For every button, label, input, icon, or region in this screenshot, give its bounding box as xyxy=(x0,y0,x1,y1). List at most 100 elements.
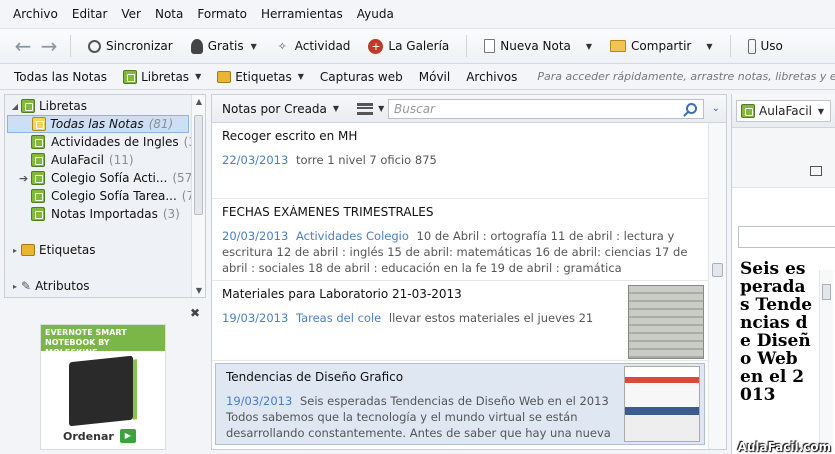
scroll-down-icon[interactable]: ▼ xyxy=(192,286,205,295)
menu-bar: Archivo Editar Ver Nota Formato Herramie… xyxy=(0,0,835,28)
forward-arrow-icon[interactable]: → xyxy=(36,34,62,58)
chevron-down-icon: ▼ xyxy=(332,104,340,113)
gallery-label: La Galería xyxy=(388,39,450,53)
menu-formato[interactable]: Formato xyxy=(190,7,254,21)
share-label: Compartir xyxy=(631,39,692,53)
note-item-selected[interactable]: Tendencias de Diseño Grafico 19/03/2013 … xyxy=(215,363,705,445)
shortcut-web-clips[interactable]: Capturas web xyxy=(312,70,411,84)
sidebar-attributes-header[interactable]: ▸ ✎ Atributos xyxy=(9,277,90,295)
order-button[interactable]: Ordenar ▶ xyxy=(63,429,136,443)
note-date: 22/03/2013 xyxy=(222,153,289,167)
note-thumbnail xyxy=(628,285,704,359)
menu-ayuda[interactable]: Ayuda xyxy=(350,7,401,21)
sort-label: Notas por Creada xyxy=(222,101,327,116)
notes-icon xyxy=(32,117,46,131)
sync-button[interactable]: Sincronizar xyxy=(79,33,182,59)
toolbar-divider xyxy=(466,35,468,57)
notebook-icon xyxy=(31,135,45,149)
account-button[interactable]: Gratis ▼ xyxy=(182,33,266,59)
sort-dropdown[interactable]: Notas por Creada ▼ xyxy=(222,102,339,116)
scrollbar-thumb[interactable] xyxy=(712,263,723,277)
scrollbar-thumb[interactable] xyxy=(194,115,203,215)
editor-toolbar xyxy=(732,128,835,188)
menu-archivo[interactable]: Archivo xyxy=(6,7,65,21)
shortcut-files[interactable]: Archivos xyxy=(458,70,525,84)
expand-triangle-icon[interactable]: ◢ xyxy=(9,102,21,111)
note-title: Materiales para Laboratorio 21-03-2013 xyxy=(222,287,462,301)
envelope-icon xyxy=(610,40,627,52)
shortcut-notebooks-label: Libretas xyxy=(141,69,190,84)
sidebar-item-label: Actividades de Ingles xyxy=(51,135,179,149)
editor-content[interactable]: Seis esperadas Tendencias de Diseño Web … xyxy=(740,260,814,404)
shortcut-all-notes[interactable]: Todas las Notas xyxy=(6,70,115,84)
editor-scrollbar[interactable] xyxy=(819,270,833,452)
sidebar-item-count: (11) xyxy=(108,153,134,167)
satellite-icon: ✧ xyxy=(277,39,287,53)
usage-button[interactable]: Uso xyxy=(739,33,792,59)
sidebar-item-all-notes[interactable]: Todas las Notas (81) xyxy=(7,115,189,133)
sidebar-scrollbar[interactable]: ▲ ▼ xyxy=(191,95,205,297)
activity-label: Actividad xyxy=(294,39,351,53)
notebook-icon xyxy=(31,153,45,167)
scroll-up-icon[interactable]: ▲ xyxy=(192,97,205,106)
notebook-image xyxy=(69,355,133,427)
sidebar-tags-header[interactable]: ▸ Etiquetas xyxy=(9,241,96,259)
search-placeholder: Buscar xyxy=(394,102,435,116)
notebook-icon xyxy=(123,69,138,84)
note-list-scrollbar[interactable] xyxy=(708,123,726,449)
ad-headline: EVERNOTE SMART NOTEBOOK BY MOLESKINE xyxy=(41,325,165,357)
scrollbar-thumb[interactable] xyxy=(822,284,831,300)
moleskine-ad[interactable]: EVERNOTE SMART NOTEBOOK BY MOLESKINE Ord… xyxy=(40,324,166,450)
chevron-down-icon[interactable]: ▼ xyxy=(706,42,712,51)
search-icon[interactable] xyxy=(686,103,697,114)
tag-icon xyxy=(217,70,232,83)
shortcut-mobile[interactable]: Móvil xyxy=(411,70,458,84)
menu-nota[interactable]: Nota xyxy=(148,7,190,21)
note-item[interactable]: Recoger escrito en MH 22/03/2013 torre 1… xyxy=(212,123,708,199)
note-item[interactable]: Materiales para Laboratorio 21-03-2013 1… xyxy=(212,281,708,361)
editor-title-input[interactable] xyxy=(738,226,835,248)
sidebar-item-notas-importadas[interactable]: Notas Importadas (3) xyxy=(31,205,180,223)
note-snippet: 22/03/2013 torre 1 nivel 7 oficio 875 xyxy=(222,152,698,168)
chevron-down-icon[interactable]: ⌄ xyxy=(712,103,720,114)
new-note-label: Nueva Nota xyxy=(500,39,571,53)
sidebar-item-colegio-sofia-actividades[interactable]: ➔ Colegio Sofía Acti... (57) xyxy=(19,169,197,187)
shortcut-tags[interactable]: Etiquetas ▼ xyxy=(209,70,312,84)
note-snippet-text: torre 1 nivel 7 oficio 875 xyxy=(295,153,437,167)
shortcut-notebooks[interactable]: Libretas ▼ xyxy=(115,69,209,84)
toolbar-divider xyxy=(70,35,71,57)
chevron-down-icon: ▼ xyxy=(297,72,304,81)
chevron-down-icon: ▼ xyxy=(378,104,385,113)
tag-icon xyxy=(21,244,35,256)
sidebar-item-count: (81) xyxy=(148,117,174,131)
sidebar-item-aulafacil[interactable]: AulaFacil (11) xyxy=(31,151,134,169)
expand-triangle-icon[interactable]: ▸ xyxy=(9,282,21,291)
main-toolbar: ← → Sincronizar Gratis ▼ ✧ Actividad + L… xyxy=(0,28,835,64)
sidebar-item-label: Todas las Notas xyxy=(50,117,144,131)
sidebar-item-colegio-sofia-tareas[interactable]: Colegio Sofía Tarea... (7) xyxy=(31,187,199,205)
note-snippet-text: llevar estos materiales el jueves 21 xyxy=(388,311,594,325)
close-icon[interactable]: ✖ xyxy=(190,306,200,320)
gallery-button[interactable]: + La Galería xyxy=(359,33,458,59)
editor-header: AulaFacil ▼ xyxy=(732,94,835,128)
note-item[interactable]: FECHAS EXÁMENES TRIMESTRALES 20/03/2013 … xyxy=(212,199,708,281)
menu-ver[interactable]: Ver xyxy=(114,7,148,21)
activity-button[interactable]: ✧ Actividad xyxy=(266,33,360,59)
watermark-text: AulaFacil.com xyxy=(737,440,831,454)
expand-triangle-icon[interactable]: ▸ xyxy=(9,246,21,255)
note-list-header: Notas por Creada ▼ ▼ Buscar ⌄ xyxy=(212,95,726,123)
view-options-button[interactable]: ▼ xyxy=(357,102,385,115)
menu-editar[interactable]: Editar xyxy=(65,7,115,21)
comment-icon[interactable] xyxy=(810,166,822,176)
note-snippet-text: 10 de Abril : ortografía 11 de abril : l… xyxy=(222,229,688,275)
sidebar-item-actividades-de-ingles[interactable]: Actividades de Ingles (3) xyxy=(31,133,201,151)
new-note-button[interactable]: Nueva Nota ▼ xyxy=(475,33,601,59)
sidebar-notebooks-header[interactable]: ◢ Libretas xyxy=(9,97,87,115)
back-arrow-icon[interactable]: ← xyxy=(10,34,36,58)
search-input[interactable]: Buscar xyxy=(388,99,704,119)
share-button[interactable]: Compartir ▼ xyxy=(601,33,721,59)
sync-arrow-icon: ➔ xyxy=(19,171,29,185)
menu-herramientas[interactable]: Herramientas xyxy=(254,7,350,21)
notebook-selector[interactable]: AulaFacil ▼ xyxy=(736,100,832,122)
chevron-down-icon[interactable]: ▼ xyxy=(586,42,592,51)
